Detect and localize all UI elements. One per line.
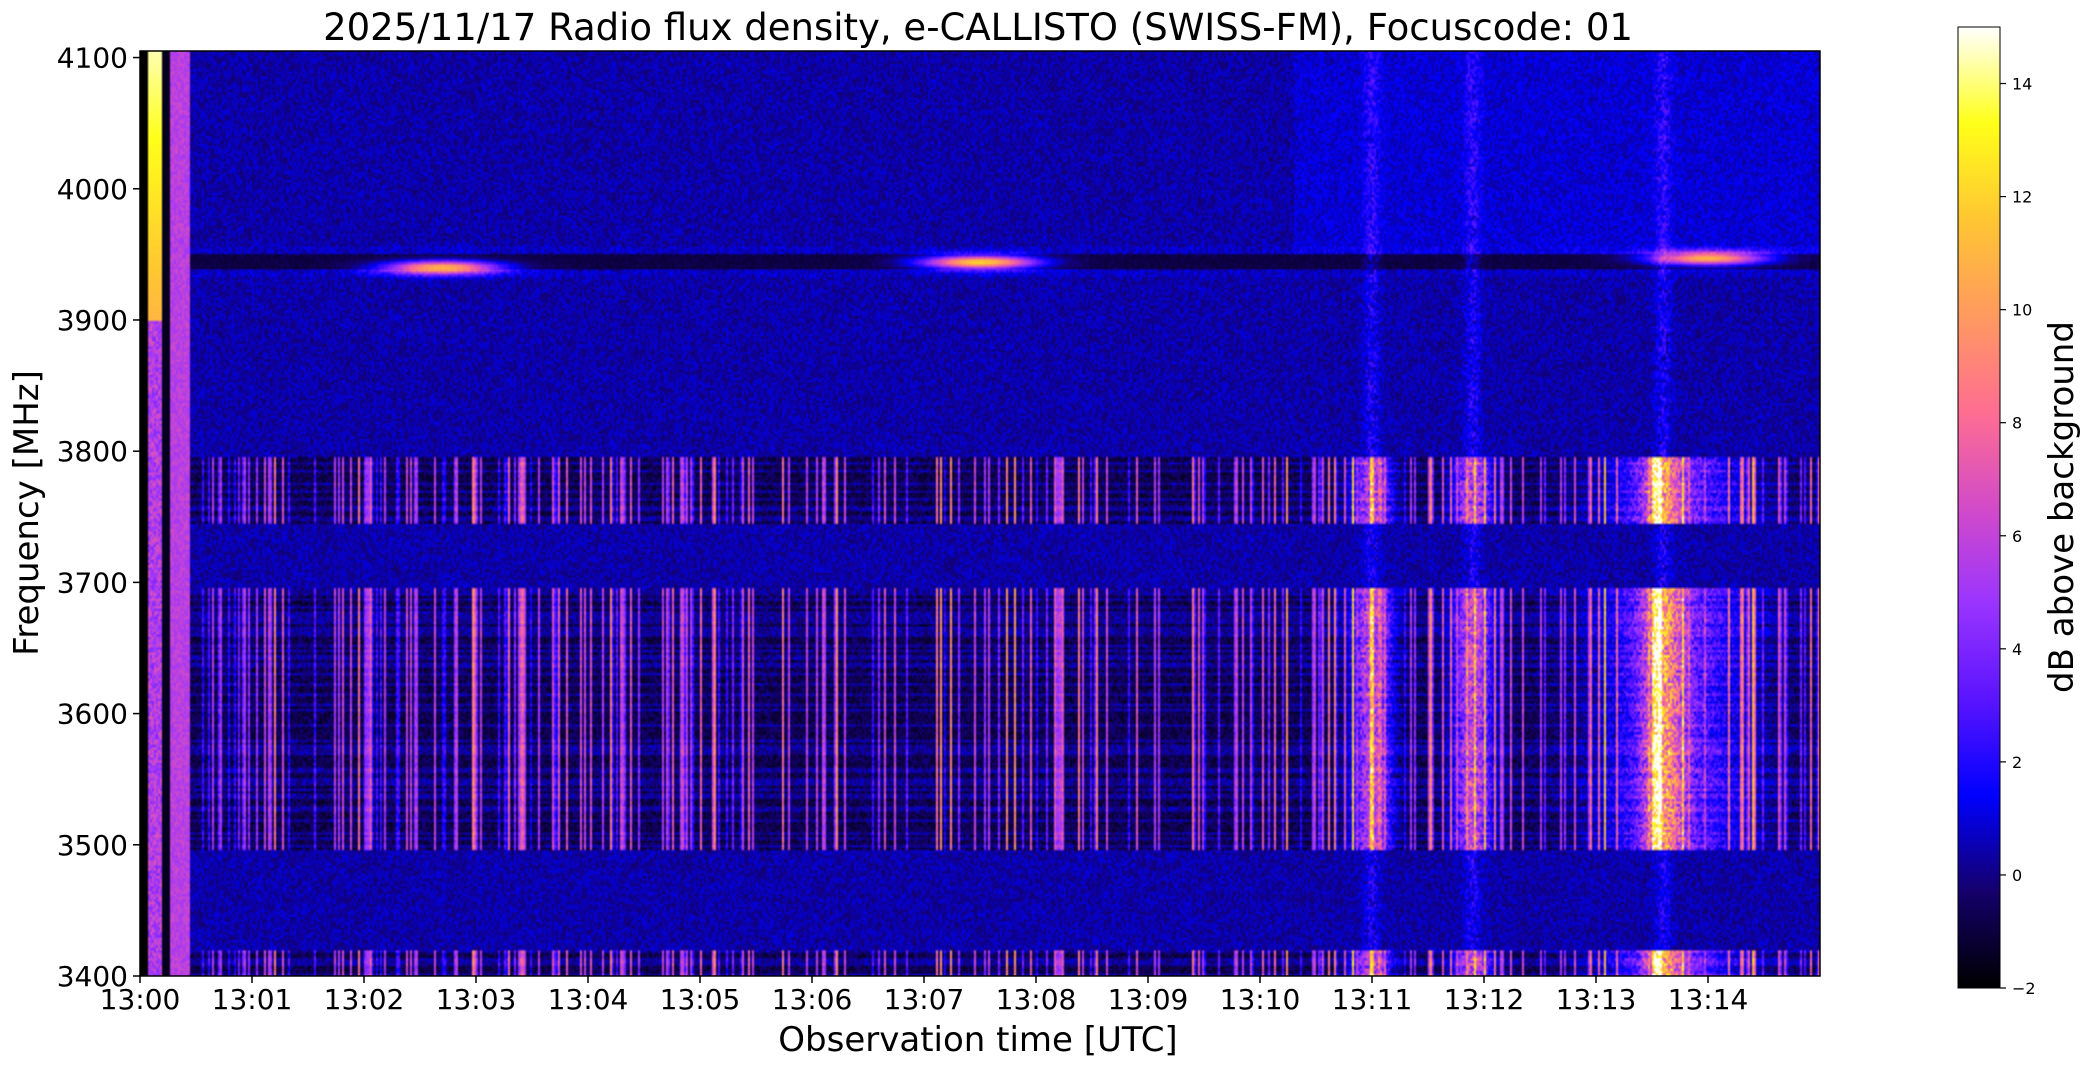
colorbar [1957, 26, 2001, 989]
x-tick-label: 13:01 [212, 983, 293, 1016]
colorbar-tick-label: 10 [2012, 301, 2032, 320]
y-tick-label: 4000 [57, 173, 128, 206]
x-tick-label: 13:12 [1444, 983, 1525, 1016]
x-tick-label: 13:02 [324, 983, 405, 1016]
colorbar-tick-label: 14 [2012, 75, 2032, 94]
x-tick-label: 13:05 [660, 983, 741, 1016]
x-axis-label: Observation time [UTC] [778, 1020, 1177, 1060]
colorbar-tick-label: −2 [2012, 979, 2036, 998]
y-tick-label: 3900 [57, 304, 128, 337]
colorbar-tick-label: 0 [2012, 866, 2022, 885]
colorbar-tick-label: 2 [2012, 753, 2022, 772]
y-tick-label: 4100 [57, 42, 128, 75]
colorbar-tick-label: 6 [2012, 527, 2022, 546]
colorbar-ticks: −2 0 2 4 6 8 10 12 14 [2000, 75, 2036, 998]
plot-area [140, 51, 1820, 976]
colorbar-label: dB above background [2042, 321, 2082, 693]
x-tick-label: 13:09 [1108, 983, 1189, 1016]
x-tick-label: 13:03 [436, 983, 517, 1016]
x-tick-label: 13:04 [548, 983, 629, 1016]
chart-title: 2025/11/17 Radio flux density, e-CALLIST… [323, 6, 1633, 49]
y-tick-label: 3500 [57, 829, 128, 862]
x-axis: 13:00 13:01 13:02 13:03 13:04 13:05 13:06 13:07… [100, 976, 1749, 1016]
y-tick-label: 3700 [57, 566, 128, 599]
x-tick-label: 13:06 [772, 983, 853, 1016]
heatmap-image [140, 51, 1820, 976]
y-tick-label: 3800 [57, 435, 128, 468]
x-tick-label: 13:10 [1220, 983, 1301, 1016]
y-axis-label: Frequency [MHz] [7, 370, 47, 656]
colorbar-tick-label: 12 [2012, 188, 2032, 207]
y-tick-label: 3400 [57, 960, 128, 993]
spectrogram-chart: 2025/11/17 Radio flux density, e-CALLIST… [7, 6, 2082, 1060]
x-tick-label: 13:11 [1332, 983, 1413, 1016]
y-axis: 3400 3500 3600 3700 3800 3900 4000 4100 [57, 42, 140, 993]
y-tick-label: 3600 [57, 698, 128, 731]
x-tick-label: 13:07 [884, 983, 965, 1016]
x-tick-label: 13:14 [1668, 983, 1749, 1016]
x-tick-label: 13:13 [1556, 983, 1637, 1016]
colorbar-tick-label: 8 [2012, 414, 2022, 433]
colorbar-tick-label: 4 [2012, 640, 2022, 659]
x-tick-label: 13:08 [996, 983, 1077, 1016]
